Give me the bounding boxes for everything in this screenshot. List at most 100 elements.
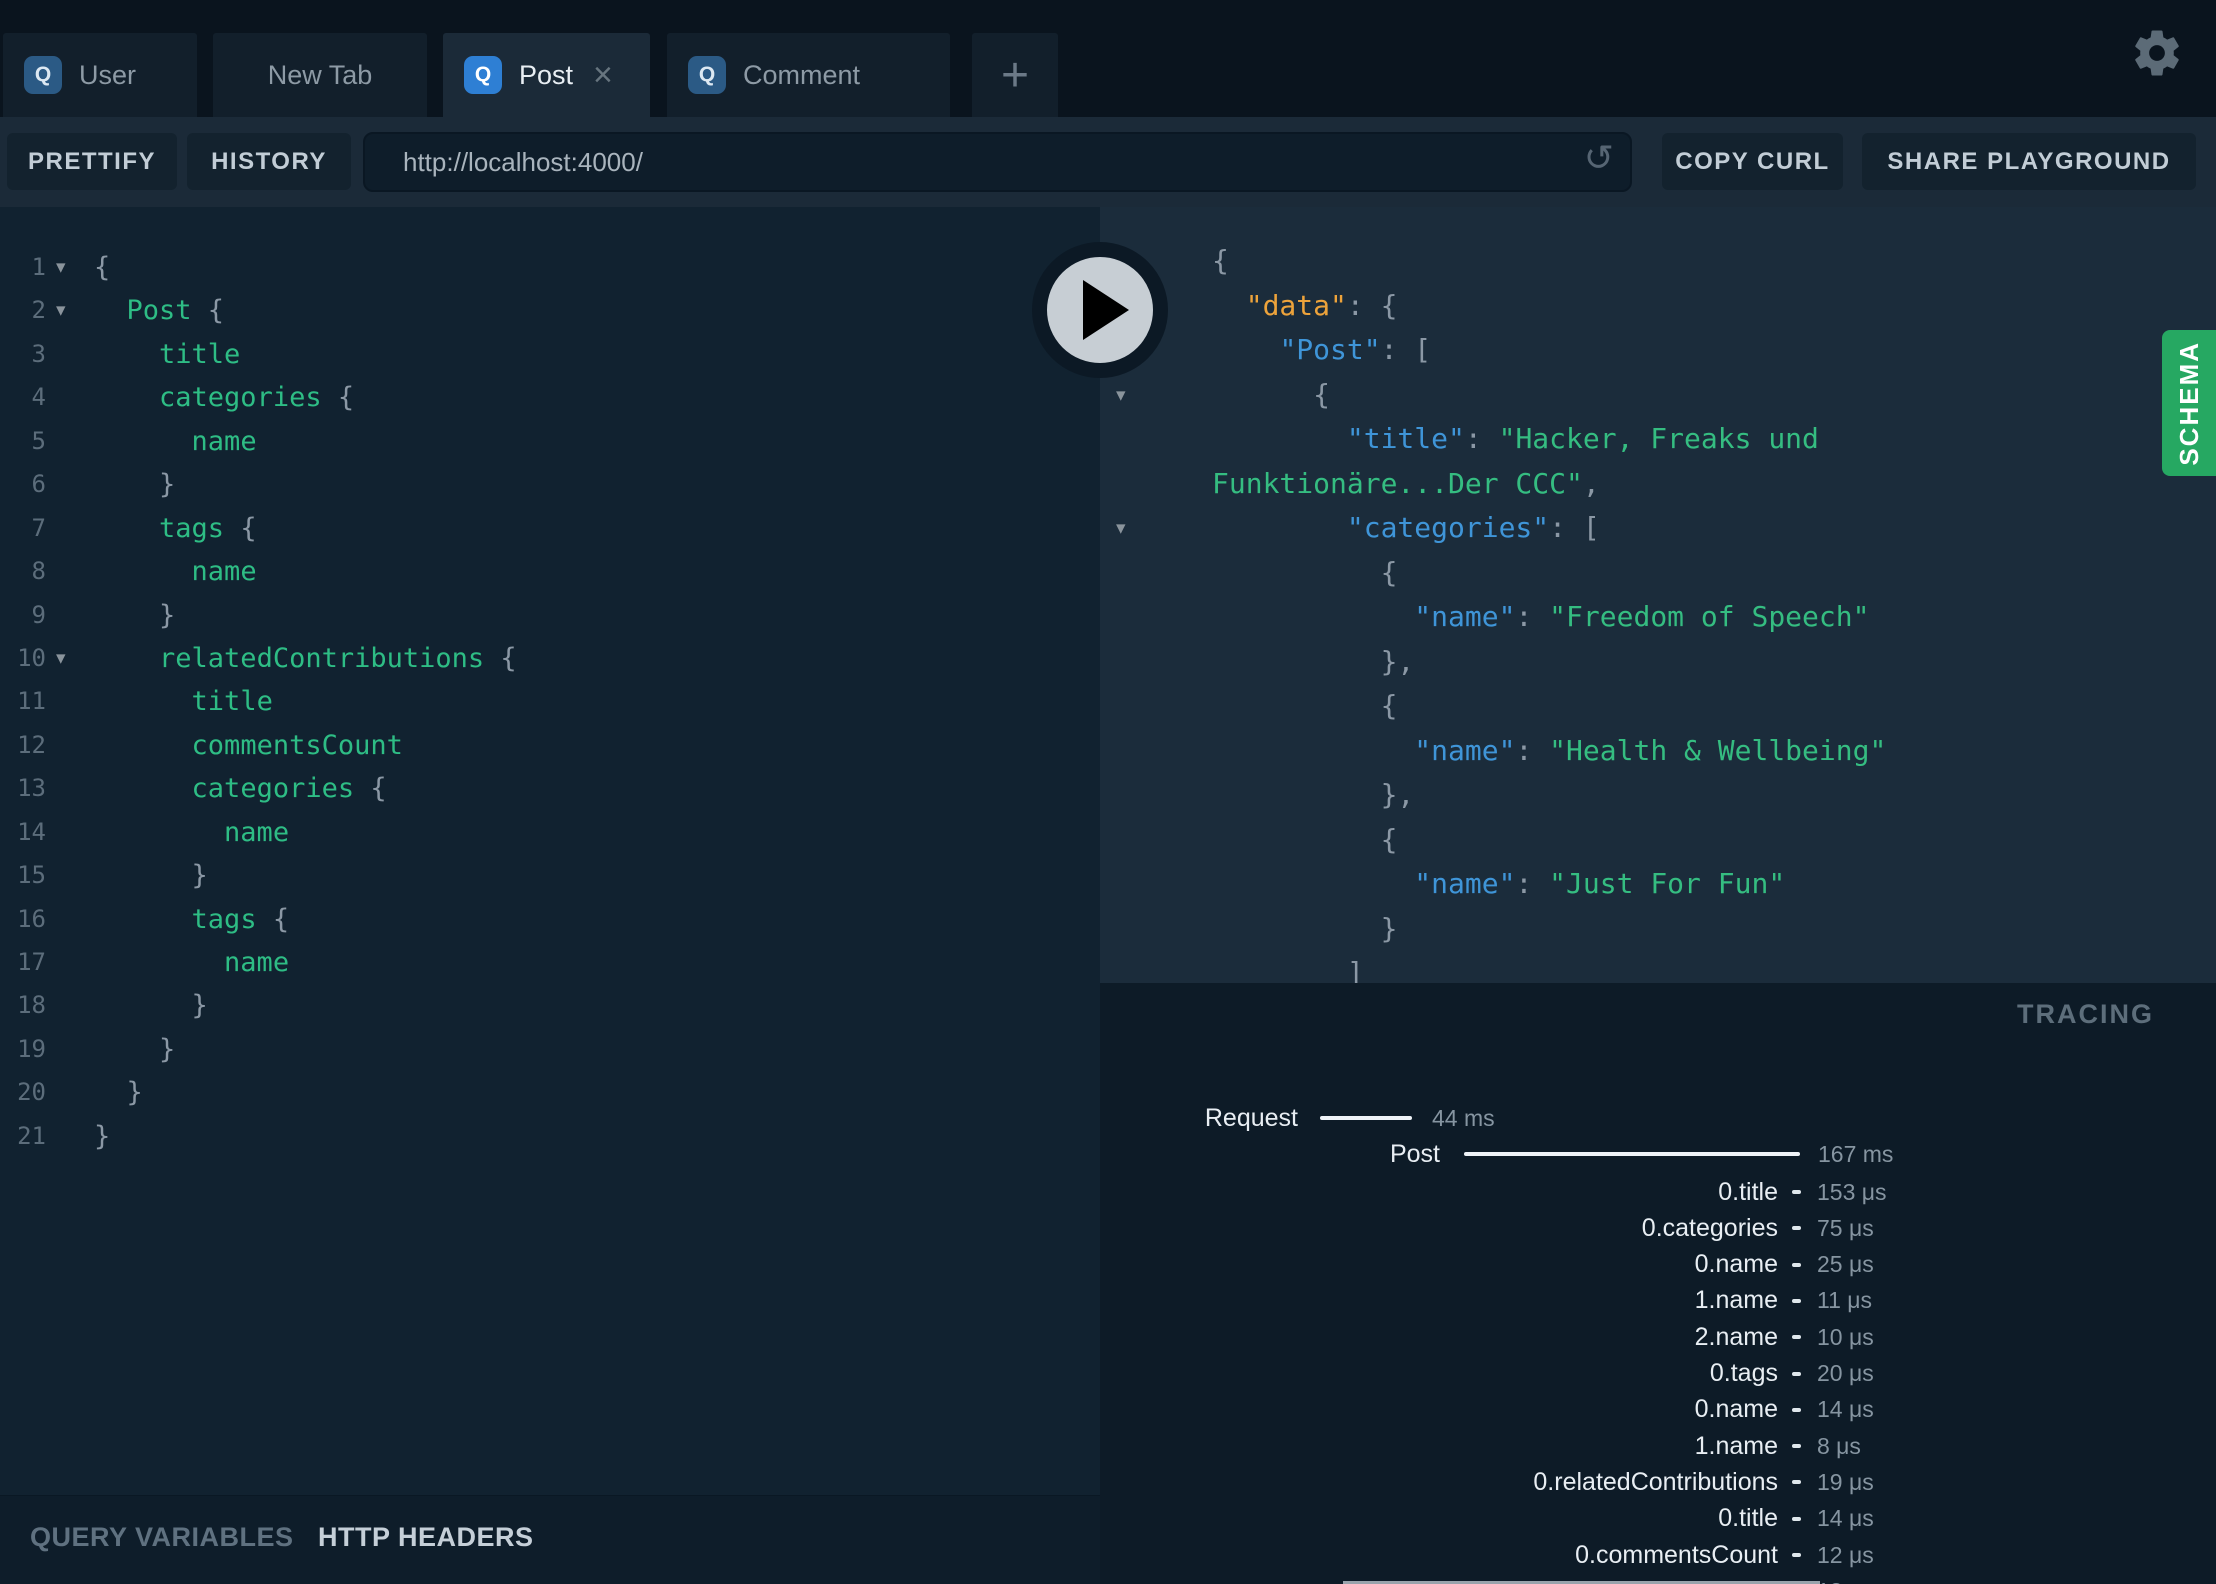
code-text: },: [1212, 778, 1415, 811]
line-number: 3: [31, 339, 46, 368]
tracing-duration-bar: [1792, 1480, 1801, 1485]
code-text: name: [224, 816, 290, 848]
tracing-row-label: 0.categories: [1641, 1213, 1778, 1242]
tracing-title: TRACING: [2017, 999, 2154, 1029]
query-badge: Q: [688, 56, 726, 94]
line-number: 21: [17, 1121, 46, 1150]
endpoint-url-input[interactable]: [403, 134, 1543, 190]
query-line: 16 tags {: [0, 898, 1100, 941]
tracing-row: 0.commentsCount 12 μs: [1100, 1537, 2216, 1573]
fold-arrow-icon[interactable]: ▾: [1100, 506, 1212, 551]
reload-schema-icon[interactable]: ↺: [1584, 138, 1614, 179]
query-line: 14 name: [0, 811, 1100, 854]
code-text: title: [191, 686, 273, 718]
history-button[interactable]: HISTORY: [187, 133, 351, 190]
code-text: name: [191, 425, 257, 457]
code-text: "name": "Just For Fun": [1414, 867, 1786, 900]
tracing-row: Request 44 ms: [1100, 1100, 2216, 1136]
line-number: 2: [31, 296, 46, 325]
share-playground-button[interactable]: SHARE PLAYGROUND: [1862, 133, 2196, 190]
prettify-button[interactable]: PRETTIFY: [7, 133, 177, 190]
code-text: Post {: [126, 295, 225, 327]
line-number: 15: [17, 861, 46, 890]
line-number: 6: [31, 470, 46, 499]
response-line: ▾ {: [1100, 373, 2216, 418]
response-line: "name": "Freedom of Speech": [1100, 595, 2216, 640]
query-line: 19 }: [0, 1028, 1100, 1071]
tracing-row-label: 1.name: [1694, 1431, 1778, 1460]
tracing-row-label: 0.tags: [1709, 1359, 1778, 1387]
code-text: {: [1212, 689, 1398, 722]
line-number: 4: [31, 383, 46, 412]
tab-query-variables[interactable]: QUERY VARIABLES: [30, 1522, 294, 1553]
new-tab-button[interactable]: +: [972, 33, 1058, 117]
query-line: 13 categories {: [0, 767, 1100, 810]
tracing-row: 0.title 14 μs: [1100, 1501, 2216, 1537]
code-text: },: [1212, 644, 1415, 678]
line-number: 5: [31, 426, 46, 455]
line-number: 1: [31, 253, 46, 281]
tracing-row-label: 0.title: [1718, 1177, 1778, 1206]
code-text: }: [94, 599, 176, 631]
fold-arrow-icon[interactable]: ▾: [1100, 373, 1212, 418]
fold-arrow-icon[interactable]: ▾: [46, 637, 94, 680]
tracing-duration-bar: [1792, 1262, 1801, 1267]
fold-arrow-icon[interactable]: ▾: [46, 289, 94, 332]
copy-curl-button[interactable]: COPY CURL: [1662, 133, 1843, 190]
response-line: },: [1100, 773, 2216, 818]
code-text: "name": "Freedom of Speech": [1414, 600, 1870, 633]
query-line: 10 ▾ relatedContributions {: [0, 637, 1100, 680]
tracing-row-duration: 12 μs: [1817, 1541, 1874, 1568]
response-line: "name": "Just For Fun": [1100, 862, 2216, 907]
query-line: 20 }: [0, 1071, 1100, 1114]
tracing-row-duration: 13 μs: [1817, 1578, 1874, 1584]
query-line: 8 name: [0, 550, 1100, 593]
response-pane: ▾{▾ "data": {▾ "Post": [▾ { "title": "Ha…: [1100, 207, 2216, 983]
tracing-duration-bar: [1792, 1298, 1801, 1303]
tab-label: Post: [519, 59, 574, 90]
settings-button[interactable]: [2130, 26, 2184, 80]
line-number: 7: [31, 513, 46, 542]
tab-new-tab[interactable]: New Tab: [213, 33, 427, 117]
fold-arrow-icon[interactable]: ▾: [46, 246, 94, 289]
tracing-row-label: 0.commentsCount: [1575, 1540, 1778, 1569]
query-line: 9 }: [0, 594, 1100, 637]
tracing-duration-bar: [1792, 1371, 1801, 1376]
execute-query-button[interactable]: [1032, 242, 1168, 378]
query-editor-pane[interactable]: 1 ▾{2 ▾ Post {3 title 4 categories {5 name 6…: [0, 207, 1100, 1495]
line-number: 19: [17, 1034, 46, 1063]
tracing-row-duration: 167 ms: [1818, 1140, 1894, 1167]
tracing-row-duration: 25 μs: [1817, 1251, 1874, 1278]
query-line: 17 name: [0, 941, 1100, 984]
close-tab-icon[interactable]: ×: [593, 58, 613, 92]
code-text: "name": "Health & Wellbeing": [1414, 733, 1887, 767]
response-line: ▾ "data": {: [1100, 284, 2216, 329]
line-number: 20: [17, 1078, 46, 1107]
gear-icon: [2130, 30, 2184, 84]
tracing-row-label: 0.title: [1718, 1504, 1778, 1533]
toolbar: PRETTIFY HISTORY ↺ COPY CURL SHARE PLAYG…: [0, 117, 2216, 207]
tab-comment[interactable]: Q Comment: [667, 33, 950, 117]
tab-user[interactable]: Q User: [3, 33, 197, 117]
tracing-row: 0.categories 75 μs: [1100, 1210, 2216, 1246]
code-text: ]: [1212, 956, 1364, 983]
schema-side-tab[interactable]: SCHEMA: [2162, 330, 2216, 476]
tab-post[interactable]: Q Post ×: [443, 33, 650, 117]
tracing-row: 0.tags 20 μs: [1100, 1356, 2216, 1392]
code-text: }: [94, 1033, 176, 1065]
code-text: tags {: [191, 903, 290, 935]
code-text: {: [94, 252, 111, 283]
code-text: {: [1212, 555, 1398, 589]
tracing-row-duration: 10 μs: [1817, 1323, 1874, 1350]
tracing-row: 0.name 25 μs: [1100, 1247, 2216, 1283]
query-code: 1 ▾{2 ▾ Post {3 title 4 categories {5 name 6…: [0, 246, 1100, 1158]
response-line: {: [1100, 818, 2216, 863]
endpoint-url-box: ↺: [363, 132, 1632, 192]
query-line: 21}: [0, 1115, 1100, 1158]
tab-label: Comment: [743, 59, 861, 90]
response-line: "name": "Health & Wellbeing": [1100, 729, 2216, 774]
tab-http-headers[interactable]: HTTP HEADERS: [318, 1522, 534, 1553]
query-line: 1 ▾{: [0, 246, 1100, 289]
response-line: Funktionäre...Der CCC",: [1100, 462, 2216, 507]
tracing-duration-bar: [1464, 1152, 1800, 1156]
